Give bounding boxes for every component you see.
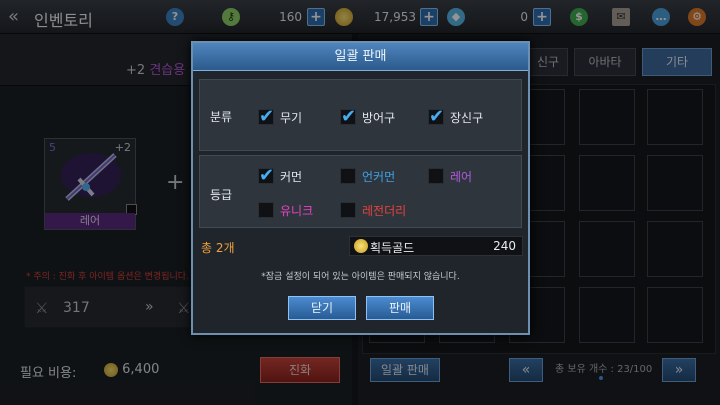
legendary-checkbox[interactable] <box>340 202 356 218</box>
common-checkbox[interactable] <box>258 165 274 186</box>
sell-button[interactable]: 판매 <box>366 296 434 320</box>
legendary-label[interactable]: 레전더리 <box>362 202 406 219</box>
dialog-title: 일괄 판매 <box>193 43 528 71</box>
common-label[interactable]: 커먼 <box>280 168 302 185</box>
gold-label: 획득골드 <box>370 241 415 255</box>
accessory-checkbox[interactable] <box>428 106 444 127</box>
armor-label[interactable]: 방어구 <box>362 109 395 126</box>
grade-label: 등급 <box>210 188 233 202</box>
category-section: 분류 무기 방어구 장신구 <box>199 79 522 151</box>
total-count: 총 2개 <box>201 241 235 255</box>
accessory-label[interactable]: 장신구 <box>450 109 483 126</box>
gold-value: 240 <box>493 239 516 253</box>
unique-checkbox[interactable] <box>258 202 274 218</box>
weapon-checkbox[interactable] <box>258 106 274 127</box>
rare-label[interactable]: 레어 <box>450 168 472 185</box>
gold-summary: 획득골드 240 <box>349 236 523 256</box>
close-button[interactable]: 닫기 <box>288 296 356 320</box>
uncommon-checkbox[interactable] <box>340 168 356 184</box>
armor-checkbox[interactable] <box>340 106 356 127</box>
uncommon-label[interactable]: 언커먼 <box>362 168 395 185</box>
unique-label[interactable]: 유니크 <box>280 202 313 219</box>
bulk-sell-dialog: 일괄 판매 분류 무기 방어구 장신구 등급 커먼 언커먼 레어 유니크 레전더… <box>191 41 530 335</box>
lock-notice: *잠금 설정이 되어 있는 아이템은 판매되지 않습니다. <box>261 272 460 282</box>
rare-checkbox[interactable] <box>428 168 444 184</box>
weapon-label[interactable]: 무기 <box>280 109 302 126</box>
grade-section: 등급 커먼 언커먼 레어 유니크 레전더리 <box>199 155 522 228</box>
gold-coin-icon <box>354 239 368 253</box>
category-label: 분류 <box>210 110 233 124</box>
